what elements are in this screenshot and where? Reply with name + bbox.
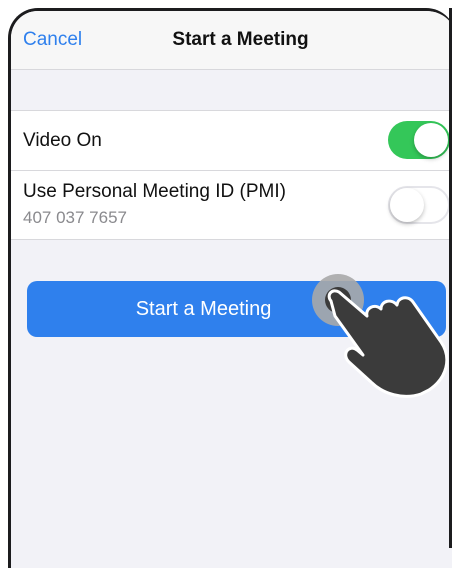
toggle-knob xyxy=(390,188,424,222)
page-title: Start a Meeting xyxy=(172,29,309,50)
start-meeting-label: Start a Meeting xyxy=(135,298,272,320)
toggle-knob xyxy=(414,123,448,157)
tap-hand-icon xyxy=(312,274,449,398)
hand-shape-icon xyxy=(327,289,449,398)
pmi-toggle[interactable] xyxy=(388,186,450,224)
video-on-toggle[interactable] xyxy=(388,121,450,159)
video-on-label: Video On xyxy=(23,130,102,151)
pmi-number: 407 037 7657 xyxy=(23,208,127,227)
settings-group: Video On Use Personal Meeting ID (PMI) 4… xyxy=(11,110,452,240)
navigation-bar: Cancel Start a Meeting xyxy=(11,11,452,70)
video-on-row: Video On xyxy=(11,111,452,171)
pmi-label: Use Personal Meeting ID (PMI) xyxy=(23,181,286,202)
pmi-row: Use Personal Meeting ID (PMI) 407 037 76… xyxy=(11,171,452,239)
